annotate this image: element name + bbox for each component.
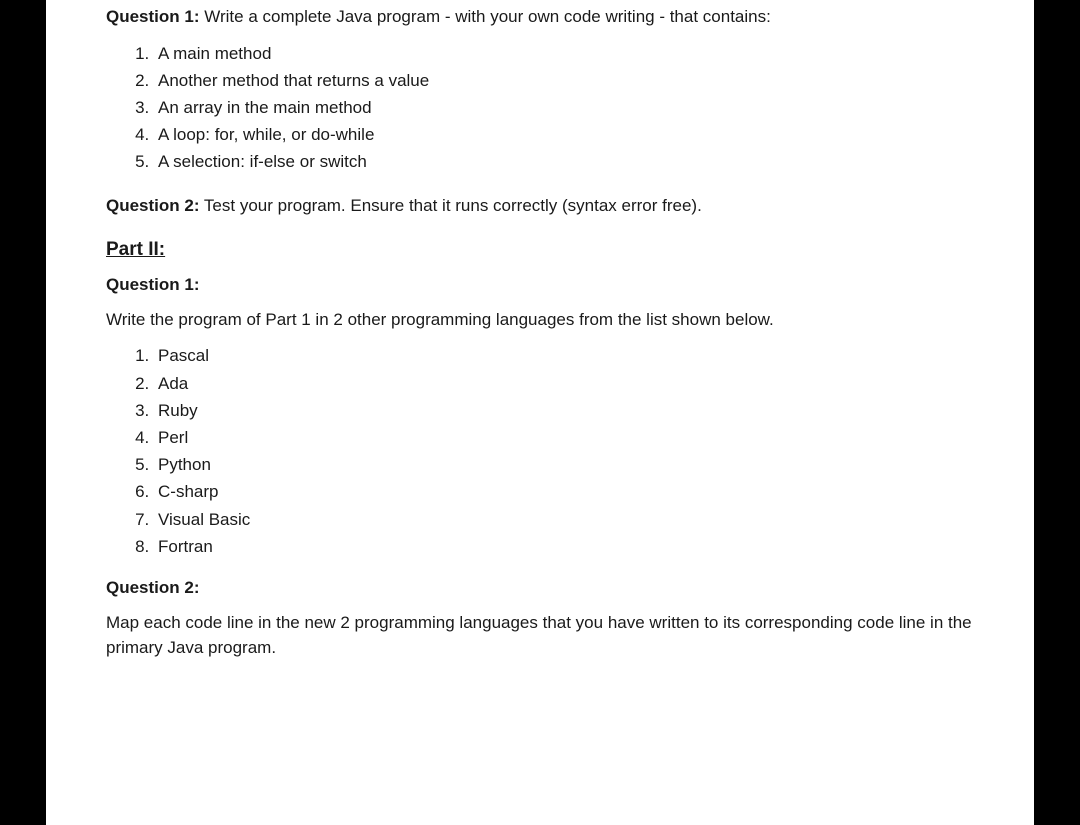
p2-question-2-text: Map each code line in the new 2 programm…	[106, 610, 974, 661]
list-item: Fortran	[154, 533, 974, 560]
p2-question-1-list: Pascal Ada Ruby Perl Python C-sharp Visu…	[106, 342, 974, 560]
list-item: A selection: if-else or switch	[154, 148, 974, 175]
list-item: Pascal	[154, 342, 974, 369]
list-item: Visual Basic	[154, 506, 974, 533]
question-1-label: Question 1:	[106, 7, 200, 26]
list-item: C-sharp	[154, 478, 974, 505]
p2-question-1-text: Write the program of Part 1 in 2 other p…	[106, 307, 974, 333]
document-page: Question 1: Write a complete Java progra…	[46, 0, 1034, 825]
list-item: An array in the main method	[154, 94, 974, 121]
question-1-text: Write a complete Java program - with you…	[200, 7, 771, 26]
list-item: Python	[154, 451, 974, 478]
p2-question-1-label: Question 1:	[106, 275, 974, 295]
question-2-part1: Question 2: Test your program. Ensure th…	[106, 193, 974, 219]
p2-question-2-label: Question 2:	[106, 578, 974, 598]
part-2-header: Part II:	[106, 239, 974, 261]
list-item: Perl	[154, 424, 974, 451]
question-2-text: Test your program. Ensure that it runs c…	[200, 196, 702, 215]
list-item: A main method	[154, 40, 974, 67]
list-item: Another method that returns a value	[154, 67, 974, 94]
list-item: Ruby	[154, 397, 974, 424]
list-item: Ada	[154, 370, 974, 397]
question-1-list: A main method Another method that return…	[106, 40, 974, 176]
question-2-label: Question 2:	[106, 196, 200, 215]
question-1-part1: Question 1: Write a complete Java progra…	[106, 4, 974, 30]
list-item: A loop: for, while, or do-while	[154, 121, 974, 148]
